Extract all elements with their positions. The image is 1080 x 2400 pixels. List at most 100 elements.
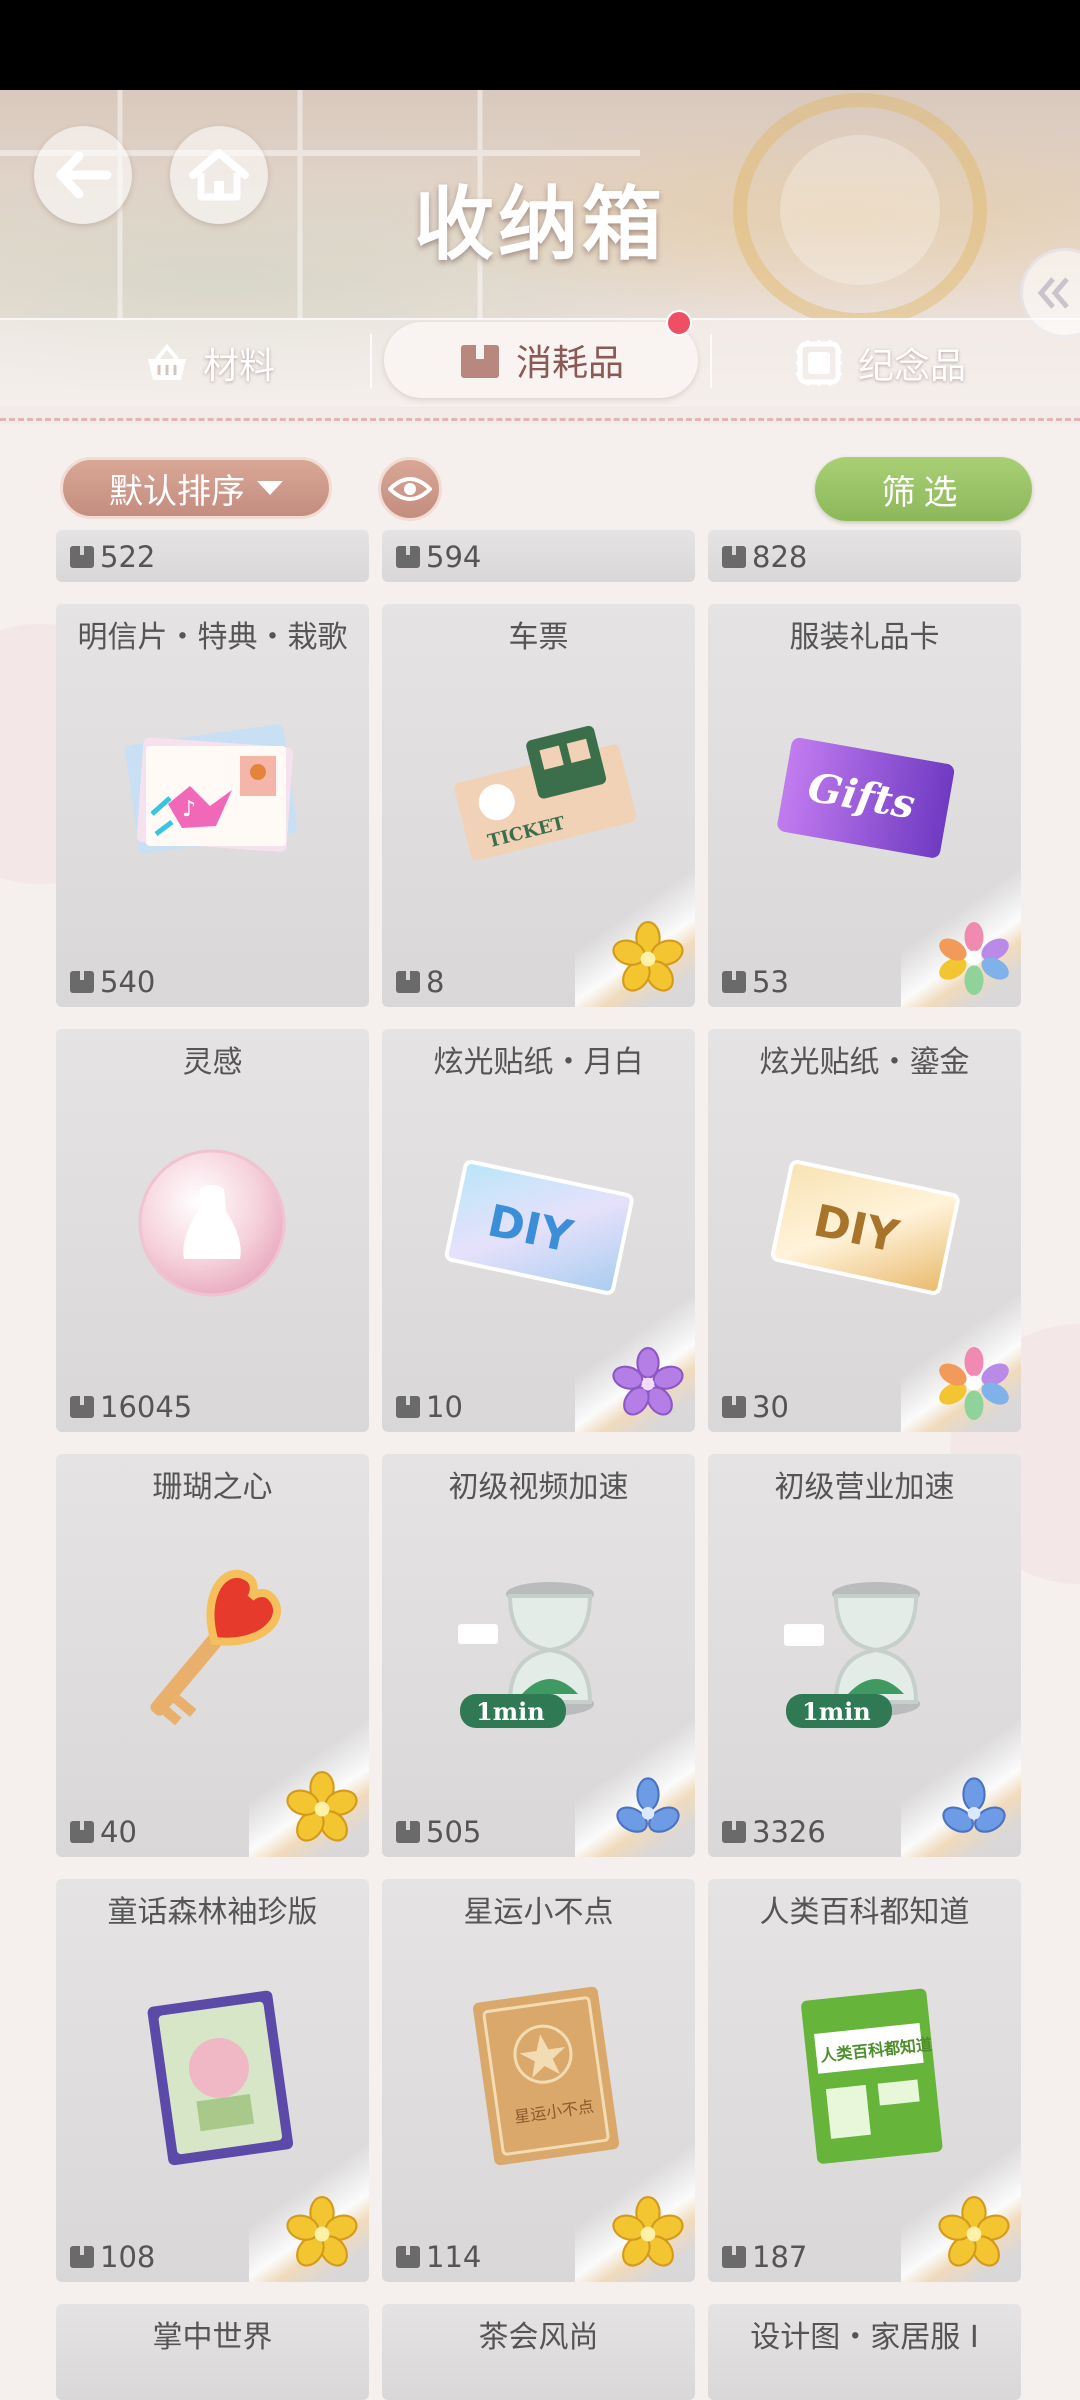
tab-label: 纪念品 — [857, 346, 966, 387]
item-card[interactable]: 初级视频加速 1min 505 — [382, 1454, 695, 1857]
item-quantity: 53 — [722, 965, 789, 999]
item-quantity: 10 — [396, 1390, 463, 1424]
new-badge-dot — [666, 310, 692, 336]
blue-flower-rarity-icon — [616, 1777, 680, 1833]
item-name: 灵感 — [182, 1045, 243, 1080]
rainbow-flower-rarity-icon — [939, 922, 1009, 995]
item-name: 设计图・家居服 I — [750, 2320, 979, 2355]
sort-dropdown[interactable]: 默认排序 — [60, 457, 332, 519]
postcard-icon: ♪ — [125, 724, 298, 854]
item-name: 掌中世界 — [152, 2320, 273, 2355]
status-bar — [0, 0, 1080, 90]
item-card[interactable]: 炫光贴纸・鎏金 DIY 30 — [708, 1029, 1021, 1432]
box-icon — [460, 345, 499, 378]
tab-souvenirs[interactable]: 纪念品 — [730, 320, 1030, 406]
item-quantity: 40 — [70, 1815, 137, 1849]
item-quantity: 505 — [396, 1815, 481, 1849]
gold-flower-rarity-icon — [286, 1771, 358, 1842]
storage-box-icon — [70, 971, 94, 993]
item-card[interactable]: 服装礼品卡 Gifts 53 — [708, 604, 1021, 1007]
rainbow-flower-rarity-icon — [939, 1347, 1009, 1420]
item-name: 人类百科都知道 — [759, 1895, 970, 1930]
item-quantity: 8 — [396, 965, 444, 999]
item-card[interactable]: 人类百科都知道 人类百科都知道 187 — [708, 1879, 1021, 2282]
tab-materials[interactable]: 材料 — [60, 320, 360, 406]
storage-box-icon — [396, 1821, 420, 1843]
item-card[interactable]: 522 — [56, 530, 369, 582]
tab-label: 消耗品 — [515, 343, 624, 384]
sort-label: 默认排序 — [109, 471, 245, 512]
item-card[interactable]: 初级营业加速 1min 3326 — [708, 1454, 1021, 1857]
item-quantity: 114 — [396, 2240, 481, 2274]
item-card[interactable]: 设计图・家居服 I — [708, 2304, 1021, 2400]
storage-box-icon — [396, 1396, 420, 1418]
item-name: 服装礼品卡 — [789, 620, 940, 655]
item-quantity: 3326 — [722, 1815, 826, 1849]
storage-box-icon — [722, 2246, 746, 2268]
item-quantity: 16045 — [70, 1390, 192, 1424]
item-name: 车票 — [508, 620, 569, 655]
item-card[interactable]: 594 — [382, 530, 695, 582]
item-name: 初级视频加速 — [448, 1470, 629, 1505]
gold-flower-rarity-icon — [286, 2196, 358, 2267]
item-name: 童话森林袖珍版 — [107, 1895, 318, 1930]
storage-box-icon — [396, 546, 420, 568]
svg-text:1min: 1min — [802, 1697, 871, 1726]
item-quantity: 828 — [722, 540, 807, 574]
item-card[interactable]: 灵感 16045 — [56, 1029, 369, 1432]
item-card[interactable]: 珊瑚之心 40 — [56, 1454, 369, 1857]
item-name: 星运小不点 — [463, 1895, 614, 1930]
storage-box-icon — [70, 2246, 94, 2268]
item-name: 炫光贴纸・鎏金 — [759, 1045, 970, 1080]
item-card[interactable]: 车票 TICKET 8 — [382, 604, 695, 1007]
item-name: 明信片・特典・栽歌 — [77, 620, 348, 655]
purple-flower-rarity-icon — [612, 1347, 684, 1416]
item-quantity: 187 — [722, 2240, 807, 2274]
tab-consumables[interactable]: 消耗品 — [384, 322, 698, 398]
filter-button[interactable]: 筛选 — [815, 457, 1032, 521]
gold-flower-rarity-icon — [938, 2196, 1010, 2267]
item-card[interactable]: 童话森林袖珍版 108 — [56, 1879, 369, 2282]
page-title: 收纳箱 — [414, 177, 666, 271]
tab-divider — [710, 334, 712, 388]
item-card[interactable]: 掌中世界 — [56, 2304, 369, 2400]
storage-box-icon — [722, 971, 746, 993]
svg-text:♪: ♪ — [182, 797, 196, 822]
storage-box-icon — [722, 1821, 746, 1843]
item-name: 茶会风尚 — [478, 2320, 599, 2355]
storage-box-icon — [70, 1821, 94, 1843]
frame-icon — [795, 340, 842, 386]
storage-box-icon — [70, 546, 94, 568]
item-card[interactable]: 明信片・特典・栽歌 ♪ 540 — [56, 604, 369, 1007]
tab-label: 材料 — [202, 346, 275, 387]
item-quantity: 594 — [396, 540, 481, 574]
eye-icon — [388, 477, 432, 501]
storage-box-icon — [722, 546, 746, 568]
gold-flower-rarity-icon — [612, 2196, 684, 2267]
item-card[interactable]: 茶会风尚 — [382, 2304, 695, 2400]
item-card[interactable]: 星运小不点 星运小不点 114 — [382, 1879, 695, 2282]
gold-flower-rarity-icon — [612, 921, 684, 992]
inspiration-orb-icon — [138, 1149, 286, 1297]
storage-box-icon — [396, 2246, 420, 2268]
item-name: 炫光贴纸・月白 — [433, 1045, 644, 1080]
item-card[interactable]: 炫光贴纸・月白 DIY 10 — [382, 1029, 695, 1432]
storage-box-icon — [722, 1396, 746, 1418]
double-chevron-left-icon — [1037, 277, 1069, 309]
item-quantity: 522 — [70, 540, 155, 574]
item-name: 珊瑚之心 — [152, 1470, 273, 1505]
item-name: 初级营业加速 — [774, 1470, 955, 1505]
visibility-toggle-button[interactable] — [378, 457, 442, 521]
item-quantity: 30 — [722, 1390, 789, 1424]
header-divider — [0, 418, 1080, 421]
storage-box-icon — [70, 1396, 94, 1418]
item-quantity: 540 — [70, 965, 155, 999]
item-card[interactable]: 828 — [708, 530, 1021, 582]
svg-text:1min: 1min — [476, 1697, 545, 1726]
basket-icon — [147, 343, 186, 380]
chevron-down-icon — [257, 481, 283, 495]
item-quantity: 108 — [70, 2240, 155, 2274]
storage-box-icon — [396, 971, 420, 993]
tab-divider — [370, 334, 372, 388]
blue-flower-rarity-icon — [942, 1777, 1006, 1833]
